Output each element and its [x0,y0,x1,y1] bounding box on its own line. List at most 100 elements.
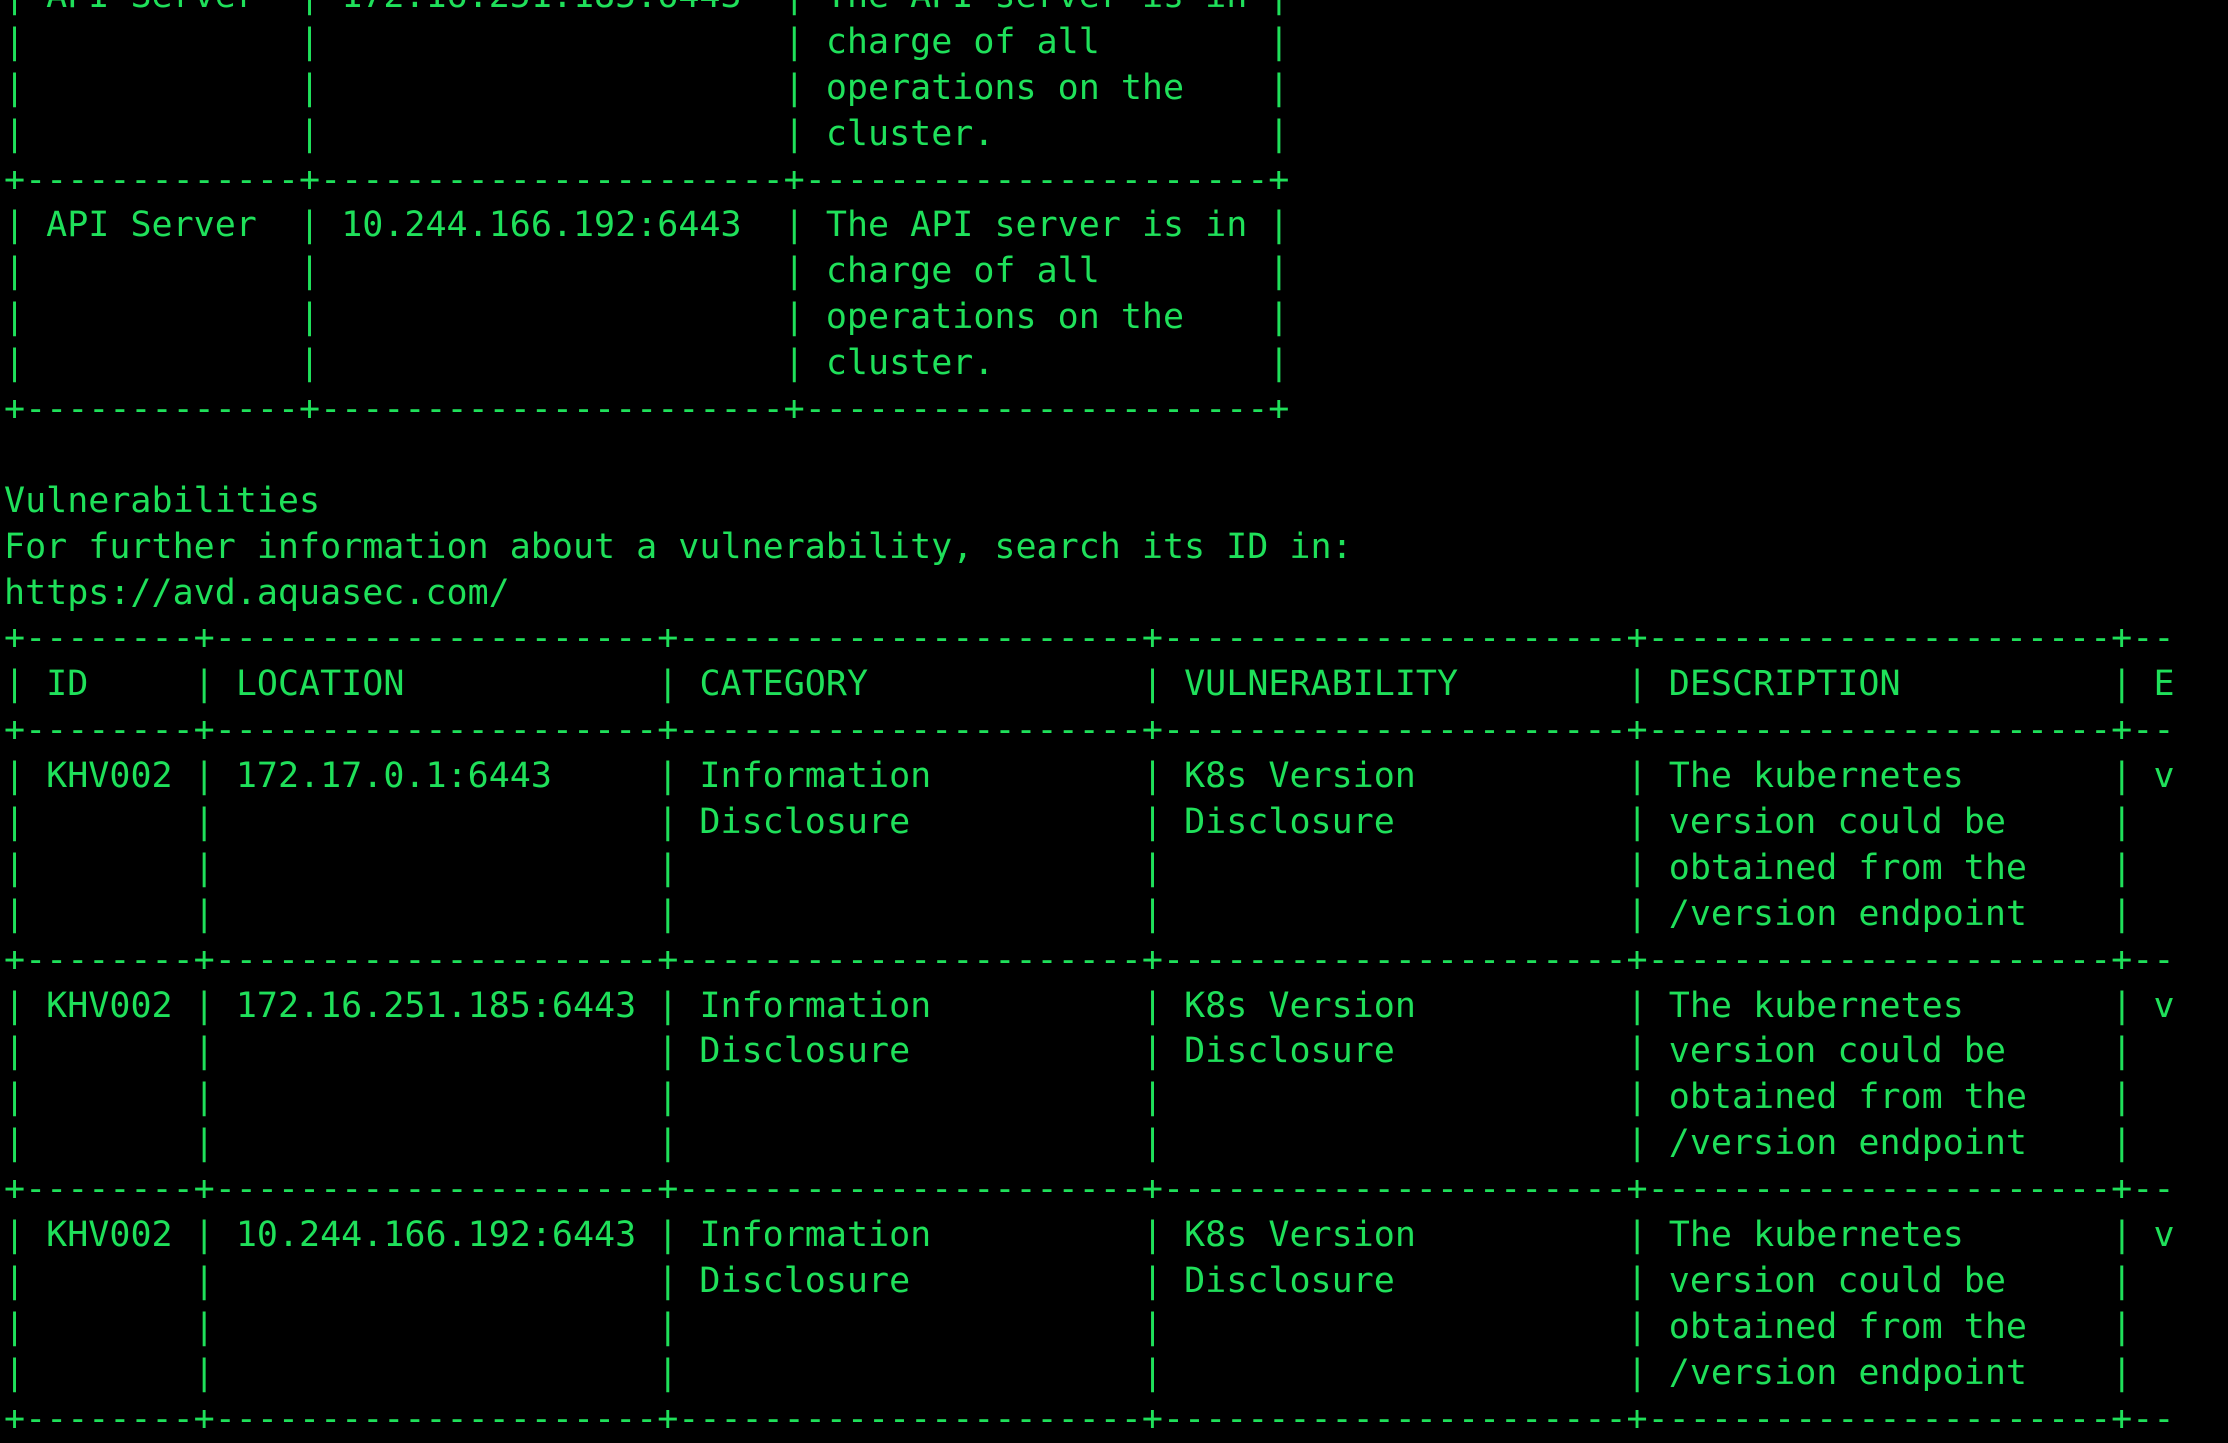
column-separator: | [299,0,341,16]
vulnerabilities-url: https://avd.aquasec.com/ [4,571,2175,617]
column-separator: | [299,297,342,338]
table-border: +-------------+----------------------+--… [4,387,2175,433]
column-separator: | [4,297,47,338]
vuln-evidence: v [2153,756,2175,797]
vulnerability-row: | | | | | obtained from the | [4,1305,2175,1351]
column-separator: | [193,1031,236,1072]
table-border-line: +--------+---------------------+--------… [4,1169,2175,1210]
column-separator: | [193,893,236,934]
vuln-location: 172.16.251.185:6443 [235,985,637,1026]
column-separator: | [1626,756,1669,797]
service-description: charge of all [825,21,1100,62]
column-separator: | [4,1077,47,1118]
table-border-line: +-------------+----------------------+--… [4,389,1290,430]
vuln-id: KHV002 [46,1215,173,1256]
vuln-description: /version endpoint [1668,893,2027,934]
column-separator: | [657,893,700,934]
column-separator: | [783,113,826,154]
column-separator: | [2111,1077,2154,1118]
service-row: | API Server | 172.16.251.185:6443 | The… [4,0,2175,20]
column-separator: | [2111,756,2154,797]
column-separator: | [657,756,700,797]
vuln-name: K8s Version [1184,756,1416,797]
column-separator: | [193,756,236,797]
column-separator: | [2111,802,2154,843]
vuln-description: The kubernetes [1668,1215,1964,1256]
column-separator: | [783,343,826,384]
column-separator: | [4,251,47,292]
table-border-line: +--------+---------------------+--------… [4,939,2175,980]
column-separator: | [657,985,700,1026]
column-header: E [2153,664,2175,705]
service-row: | API Server | 10.244.166.192:6443 | The… [4,203,2175,249]
vuln-name: Disclosure [1184,802,1395,843]
table-border: +--------+---------------------+--------… [4,616,2175,662]
column-separator: | [1626,802,1669,843]
table-border-line: +--------+---------------------+--------… [4,1398,2175,1439]
vulnerability-row: | | | Disclosure | Disclosure | version … [4,1029,2175,1075]
service-name: API Server [46,205,257,246]
column-separator: | [1268,113,1290,154]
column-separator: | [783,21,826,62]
service-description: operations on the [825,297,1185,338]
vuln-id: KHV002 [46,756,173,797]
column-separator: | [657,1031,700,1072]
column-separator: | [1626,1077,1669,1118]
column-separator: | [4,1352,47,1393]
vulnerability-row: | | | | | /version endpoint | [4,1351,2175,1397]
service-description: charge of all [825,251,1100,292]
column-separator: | [2111,847,2154,888]
vulnerability-row: | | | | | obtained from the | [4,1075,2175,1121]
vulnerability-row: | KHV002 | 172.17.0.1:6443 | Information… [4,754,2175,800]
vulnerability-row: | | | Disclosure | Disclosure | version … [4,1259,2175,1305]
terminal-output: | API Server | 172.16.251.185:6443 | The… [4,0,2175,1443]
column-separator: | [2111,1123,2154,1164]
column-separator: | [1268,67,1290,108]
column-separator: | [783,205,826,246]
column-separator: | [4,756,47,797]
vuln-category: Disclosure [699,1260,911,1301]
column-separator: | [193,1215,236,1256]
column-separator: | [1268,343,1290,384]
vulnerability-row: | | | | | /version endpoint | [4,1121,2175,1167]
column-separator: | [1141,1215,1185,1256]
column-separator: | [193,847,236,888]
column-separator: | [657,1077,700,1118]
column-separator: | [1626,1123,1669,1164]
column-header: LOCATION [235,664,405,705]
column-separator: | [299,67,342,108]
service-description: cluster. [825,113,995,154]
column-separator: | [2111,985,2154,1026]
column-separator: | [4,1215,47,1256]
column-separator: | [657,1260,700,1301]
vulnerabilities-title: Vulnerabilities [4,479,2175,525]
vulnerability-row: | | | Disclosure | Disclosure | version … [4,800,2175,846]
column-separator: | [1626,893,1669,934]
vuln-category: Information [699,985,932,1026]
service-description: The API server is in [825,205,1248,246]
column-separator: | [193,664,236,705]
vuln-name: K8s Version [1184,985,1416,1026]
column-separator: | [193,1306,236,1347]
vuln-name: K8s Version [1184,1215,1416,1256]
column-separator: | [657,1123,700,1164]
column-separator: | [783,297,826,338]
column-separator: | [4,0,46,16]
vulnerability-row: | KHV002 | 10.244.166.192:6443 | Informa… [4,1213,2175,1259]
column-separator: | [299,21,342,62]
vuln-description: version could be [1668,1031,2006,1072]
vuln-description: The kubernetes [1668,756,1964,797]
column-separator: | [4,343,47,384]
service-row: | | | operations on the | [4,66,2175,112]
column-separator: | [4,1260,47,1301]
service-location: 172.16.251.185:6443 [341,0,741,16]
vuln-description: obtained from the [1668,1306,2027,1347]
column-header: CATEGORY [699,664,869,705]
service-row: | | | cluster. | [4,112,2175,158]
vuln-id: KHV002 [46,985,173,1026]
table-border: +--------+---------------------+--------… [4,708,2175,754]
vuln-location: 172.17.0.1:6443 [235,756,552,797]
column-separator: | [1141,1260,1185,1301]
column-separator: | [1626,847,1669,888]
vuln-name: Disclosure [1184,1260,1395,1301]
